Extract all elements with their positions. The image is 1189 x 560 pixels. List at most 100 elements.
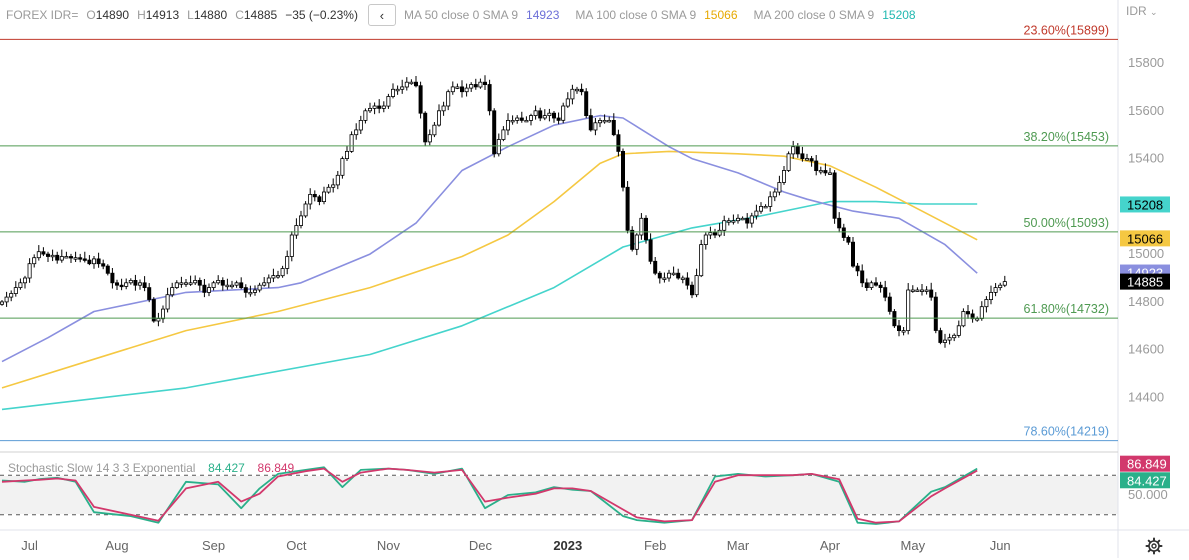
candle-body xyxy=(533,110,538,117)
candle-body xyxy=(96,258,101,265)
stochastic-value-badge-text: 86.849 xyxy=(1127,457,1167,472)
candle-body xyxy=(639,217,644,236)
candle-body xyxy=(390,88,395,97)
time-tick-label: Mar xyxy=(727,538,750,553)
candle-body xyxy=(225,284,230,288)
candle-body xyxy=(598,120,603,124)
candle-body xyxy=(170,287,175,296)
candle-body xyxy=(418,85,423,114)
candle-body xyxy=(588,115,593,131)
candle-body xyxy=(317,196,322,203)
candle-body xyxy=(372,105,377,109)
candle-body xyxy=(685,277,690,286)
candle-body xyxy=(800,153,805,160)
candle-body xyxy=(874,282,879,286)
gear-icon[interactable] xyxy=(1145,537,1163,555)
candle-body xyxy=(64,256,69,259)
candle-body xyxy=(786,153,791,171)
candle-body xyxy=(239,282,244,288)
high-label: H xyxy=(137,8,146,22)
candle-body xyxy=(837,217,842,229)
low-label: L xyxy=(187,8,194,22)
candle-body xyxy=(818,170,823,173)
candle-body xyxy=(197,279,202,286)
candle-body xyxy=(713,232,718,236)
collapse-legend-button[interactable]: ‹ xyxy=(367,4,396,26)
candle-body xyxy=(377,105,382,109)
candle-body xyxy=(809,158,814,162)
candle-body xyxy=(321,191,326,203)
stochastic-d-value: 86.849 xyxy=(257,461,295,475)
stochastic-legend: Stochastic Slow 14 3 3 Exponential 84.42… xyxy=(8,461,294,475)
candle-body xyxy=(805,158,810,161)
candle-body xyxy=(989,291,994,300)
candle-body xyxy=(699,244,704,277)
candle-body xyxy=(538,110,543,119)
candle-body xyxy=(243,287,248,293)
candle-body xyxy=(248,291,253,295)
currency-selector[interactable]: IDR ⌄ xyxy=(1126,4,1158,18)
candle-body xyxy=(791,146,796,155)
change-value: −35 (−0.23%) xyxy=(285,8,358,22)
candle-body xyxy=(570,88,575,100)
candle-body xyxy=(703,234,708,246)
candle-body xyxy=(459,86,464,93)
candle-body xyxy=(400,86,405,90)
candle-body xyxy=(423,112,428,143)
candle-body xyxy=(174,282,179,288)
candle-body xyxy=(128,279,133,284)
candle-body xyxy=(1002,281,1007,286)
legend-header: FOREX IDR= O 14890 H 14913 L 14880 C 14885 −… xyxy=(6,4,916,26)
candle-body xyxy=(611,120,616,136)
candle-body xyxy=(501,129,506,140)
candle-body xyxy=(36,251,41,259)
candle-body xyxy=(602,120,607,123)
candle-body xyxy=(653,260,658,274)
candle-body xyxy=(901,330,906,333)
candle-body xyxy=(110,272,115,284)
candle-body xyxy=(220,279,225,286)
candle-body xyxy=(234,282,239,286)
candle-body xyxy=(782,170,787,183)
candle-body xyxy=(303,203,308,217)
price-tick-label: 15400 xyxy=(1128,151,1164,166)
candle-body xyxy=(271,275,276,279)
candle-body xyxy=(165,294,170,310)
candle-body xyxy=(69,256,74,259)
candle-body xyxy=(179,282,184,285)
candle-body xyxy=(740,217,745,221)
ma100-price-badge-text: 15066 xyxy=(1127,231,1163,246)
candle-body xyxy=(910,289,915,292)
candle-body xyxy=(409,81,414,85)
candle-body xyxy=(202,284,207,293)
candle-body xyxy=(510,120,515,123)
candle-body xyxy=(662,277,667,280)
time-tick-label: Sep xyxy=(202,538,225,553)
candle-body xyxy=(929,289,934,298)
candle-body xyxy=(772,191,777,198)
candle-body xyxy=(529,115,534,121)
candle-body xyxy=(584,91,589,116)
candle-body xyxy=(731,220,736,223)
candle-body xyxy=(9,293,14,298)
candle-body xyxy=(216,279,221,284)
time-tick-label: Oct xyxy=(286,538,307,553)
candle-body xyxy=(124,282,129,287)
ma100-value: 15066 xyxy=(704,8,738,22)
candle-body xyxy=(326,186,331,193)
candle-body xyxy=(759,205,764,212)
candle-body xyxy=(593,122,598,131)
time-tick-label: Apr xyxy=(820,538,841,553)
candle-body xyxy=(87,259,92,265)
candle-body xyxy=(924,289,929,292)
candle-body xyxy=(183,282,188,285)
candle-body xyxy=(344,150,349,159)
candle-body xyxy=(115,282,120,286)
time-tick-label: Feb xyxy=(644,538,666,553)
candle-body xyxy=(887,296,892,312)
candle-body xyxy=(473,84,478,88)
candle-body xyxy=(644,217,649,241)
candle-body xyxy=(335,174,340,186)
candle-body xyxy=(552,112,557,119)
candle-body xyxy=(915,289,920,292)
